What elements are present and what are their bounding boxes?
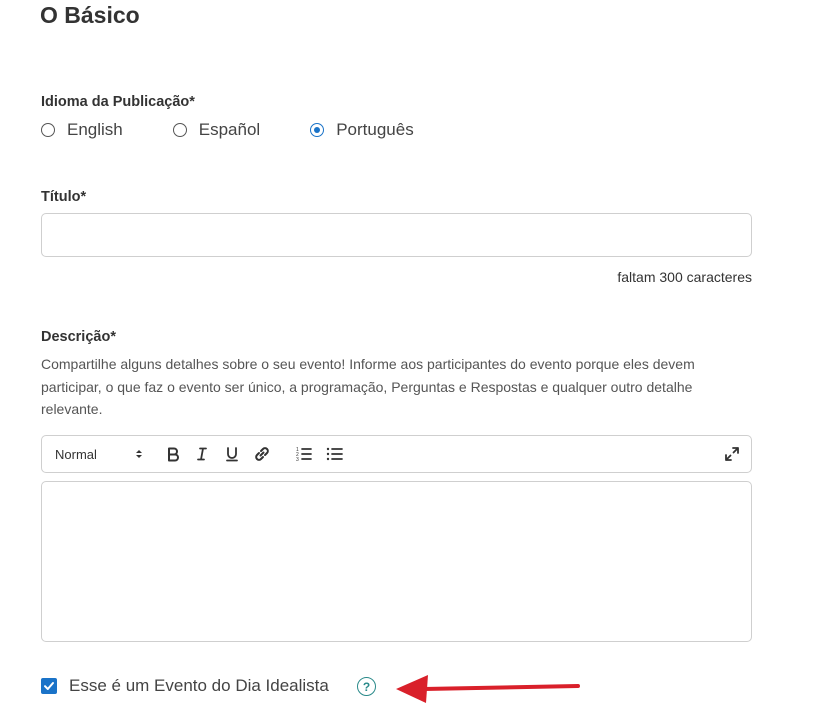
expand-icon bbox=[725, 447, 739, 461]
radio-portugues[interactable] bbox=[310, 123, 325, 137]
annotation-arrow-icon bbox=[396, 675, 580, 703]
bullet-list-icon bbox=[326, 447, 343, 461]
language-label: Idioma da Publicação* bbox=[41, 94, 195, 110]
radio-espanol[interactable] bbox=[172, 123, 187, 137]
svg-text:3: 3 bbox=[296, 457, 299, 462]
radio-label-english: English bbox=[67, 120, 123, 139]
radio-option-espanol[interactable]: Español bbox=[172, 120, 261, 140]
description-label: Descrição* bbox=[41, 329, 116, 345]
idealist-day-checkbox[interactable] bbox=[41, 678, 57, 694]
ordered-list-button[interactable]: 123 bbox=[294, 444, 314, 464]
format-select[interactable]: Normal bbox=[55, 436, 143, 472]
italic-button[interactable] bbox=[192, 444, 212, 464]
section-title: O Básico bbox=[40, 2, 140, 28]
editor-toolbar: Normal 123 bbox=[41, 435, 752, 473]
underline-button[interactable] bbox=[222, 444, 242, 464]
radio-label-espanol: Español bbox=[198, 120, 261, 139]
title-label: Título* bbox=[41, 189, 87, 205]
format-select-value: Normal bbox=[55, 446, 97, 462]
radio-option-english[interactable]: English bbox=[41, 120, 123, 140]
radio-label-portugues: Português bbox=[336, 120, 414, 139]
bold-button[interactable] bbox=[163, 444, 183, 464]
checkmark-icon bbox=[44, 682, 54, 690]
radio-english[interactable] bbox=[41, 123, 55, 137]
underline-icon bbox=[226, 447, 238, 462]
link-icon bbox=[255, 447, 269, 461]
bullet-list-button[interactable] bbox=[325, 444, 345, 464]
description-editor[interactable] bbox=[41, 481, 752, 642]
link-button[interactable] bbox=[252, 444, 272, 464]
ordered-list-icon: 123 bbox=[296, 447, 312, 462]
radio-option-portugues[interactable]: Português bbox=[310, 120, 414, 140]
select-arrows-icon bbox=[135, 448, 143, 460]
description-help-text: Compartilhe alguns detalhes sobre o seu … bbox=[41, 356, 695, 417]
bold-icon bbox=[168, 447, 179, 462]
language-radio-group: English Español Português bbox=[41, 118, 414, 142]
italic-icon bbox=[197, 447, 207, 461]
fullscreen-button[interactable] bbox=[722, 444, 742, 464]
title-input[interactable] bbox=[41, 213, 752, 257]
idealist-day-label: Esse é um Evento do Dia Idealista bbox=[69, 676, 329, 695]
help-icon[interactable]: ? bbox=[357, 677, 376, 696]
title-char-count: faltam 300 caracteres bbox=[617, 269, 752, 285]
